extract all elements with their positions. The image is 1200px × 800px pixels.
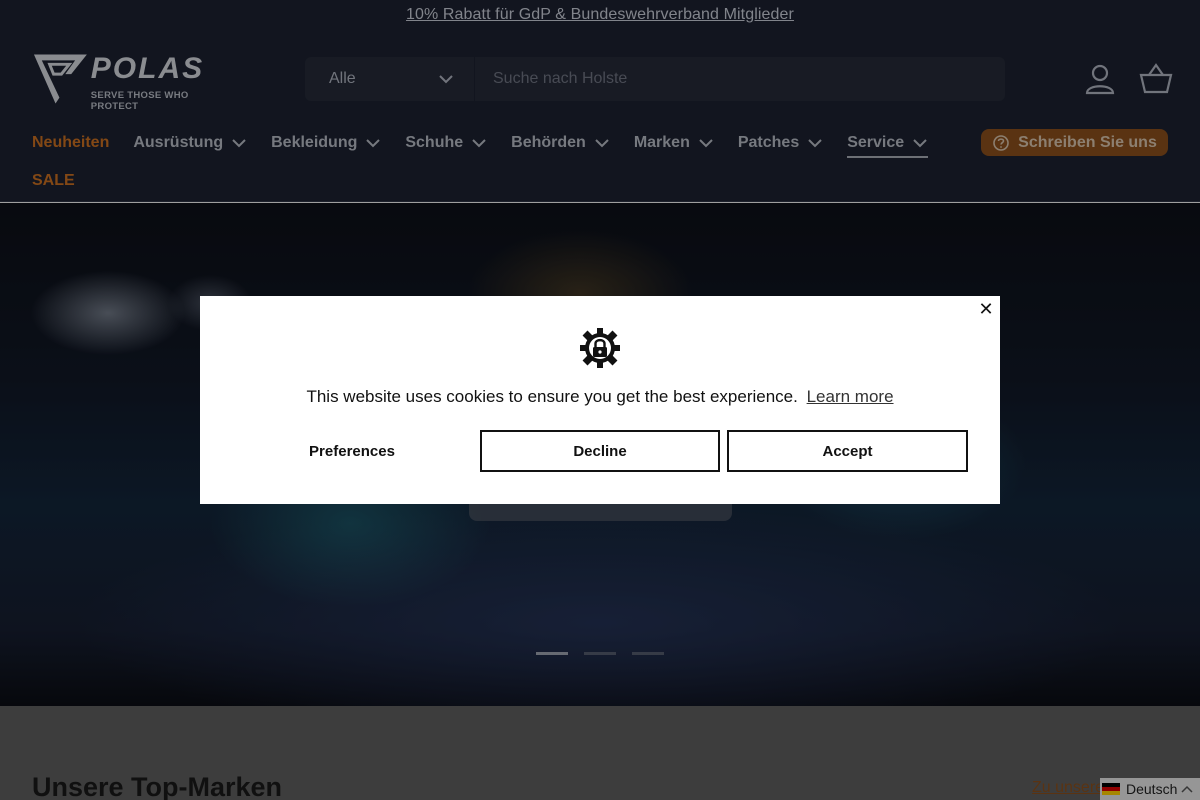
basket-icon[interactable] — [1139, 62, 1173, 96]
nav-item-sale[interactable]: SALE — [32, 172, 75, 190]
nav-label: Bekleidung — [271, 134, 358, 151]
slider-dots — [536, 652, 680, 655]
chevron-down-icon — [232, 139, 246, 148]
cookie-message: This website uses cookies to ensure you … — [200, 387, 1000, 407]
chevron-down-icon — [808, 139, 822, 148]
promo-banner-link[interactable]: 10% Rabatt für GdP & Bundeswehrverband M… — [0, 6, 1200, 24]
search-input[interactable] — [475, 57, 1005, 101]
search-category-select[interactable]: Alle — [305, 57, 475, 101]
slider-dot[interactable] — [536, 652, 568, 655]
nav-item-ausruestung[interactable]: Ausrüstung — [133, 130, 247, 156]
nav-item-bekleidung[interactable]: Bekleidung — [271, 130, 381, 156]
main-nav: Neuheiten Ausrüstung Bekleidung Schuhe B… — [32, 130, 952, 158]
site-logo[interactable]: POLAS SERVE THOSE WHO PROTECT — [32, 52, 236, 112]
nav-item-behoerden[interactable]: Behörden — [511, 130, 610, 156]
nav-label: Marken — [633, 134, 690, 151]
contact-button-label: Schreiben Sie uns — [1018, 133, 1157, 151]
language-switcher[interactable]: Deutsch — [1100, 778, 1200, 800]
section-link[interactable]: Zu unsere — [1032, 779, 1104, 797]
slider-dot[interactable] — [632, 652, 664, 655]
nav-item-neuheiten[interactable]: Neuheiten — [32, 130, 109, 156]
german-flag-icon — [1102, 783, 1120, 795]
accept-button[interactable]: Accept — [727, 430, 968, 472]
preferences-button[interactable]: Preferences — [232, 430, 472, 472]
chevron-down-icon — [439, 75, 453, 84]
chevron-up-icon — [1181, 785, 1193, 793]
cookie-lock-gear-icon — [580, 328, 620, 368]
chevron-down-icon — [699, 139, 713, 148]
nav-label: Patches — [737, 134, 800, 151]
polas-shield-icon — [33, 54, 87, 104]
slider-dot[interactable] — [584, 652, 616, 655]
nav-label: Neuheiten — [32, 134, 110, 151]
search-category-label: Alle — [329, 70, 356, 87]
nav-label: Ausrüstung — [133, 134, 224, 151]
chevron-down-icon — [472, 139, 486, 148]
nav-label: Behörden — [511, 134, 586, 151]
nav-item-marken[interactable]: Marken — [634, 130, 714, 156]
contact-button[interactable]: Schreiben Sie uns — [981, 129, 1168, 156]
decline-button[interactable]: Decline — [480, 430, 720, 472]
logo-tagline: SERVE THOSE WHO PROTECT — [90, 90, 189, 112]
nav-item-patches[interactable]: Patches — [738, 130, 823, 156]
account-icon[interactable] — [1083, 62, 1117, 96]
chevron-down-icon — [595, 139, 609, 148]
question-circle-icon — [993, 134, 1009, 151]
language-label: Deutsch — [1126, 781, 1178, 797]
nav-label: Service — [847, 134, 905, 151]
cookie-message-text: This website uses cookies to ensure you … — [306, 387, 798, 406]
search-bar: Alle — [305, 57, 1005, 101]
nav-item-schuhe[interactable]: Schuhe — [405, 130, 487, 156]
logo-word: POLAS — [90, 52, 205, 85]
section-title: Unsere Top-Marken — [32, 772, 283, 800]
nav-item-service[interactable]: Service — [847, 132, 929, 158]
close-icon[interactable]: ✕ — [977, 300, 995, 318]
chevron-down-icon — [366, 139, 381, 148]
learn-more-link[interactable]: Learn more — [807, 387, 894, 406]
site-header: 10% Rabatt für GdP & Bundeswehrverband M… — [0, 0, 1200, 202]
chevron-down-icon — [913, 139, 927, 148]
nav-label: Schuhe — [405, 134, 464, 151]
